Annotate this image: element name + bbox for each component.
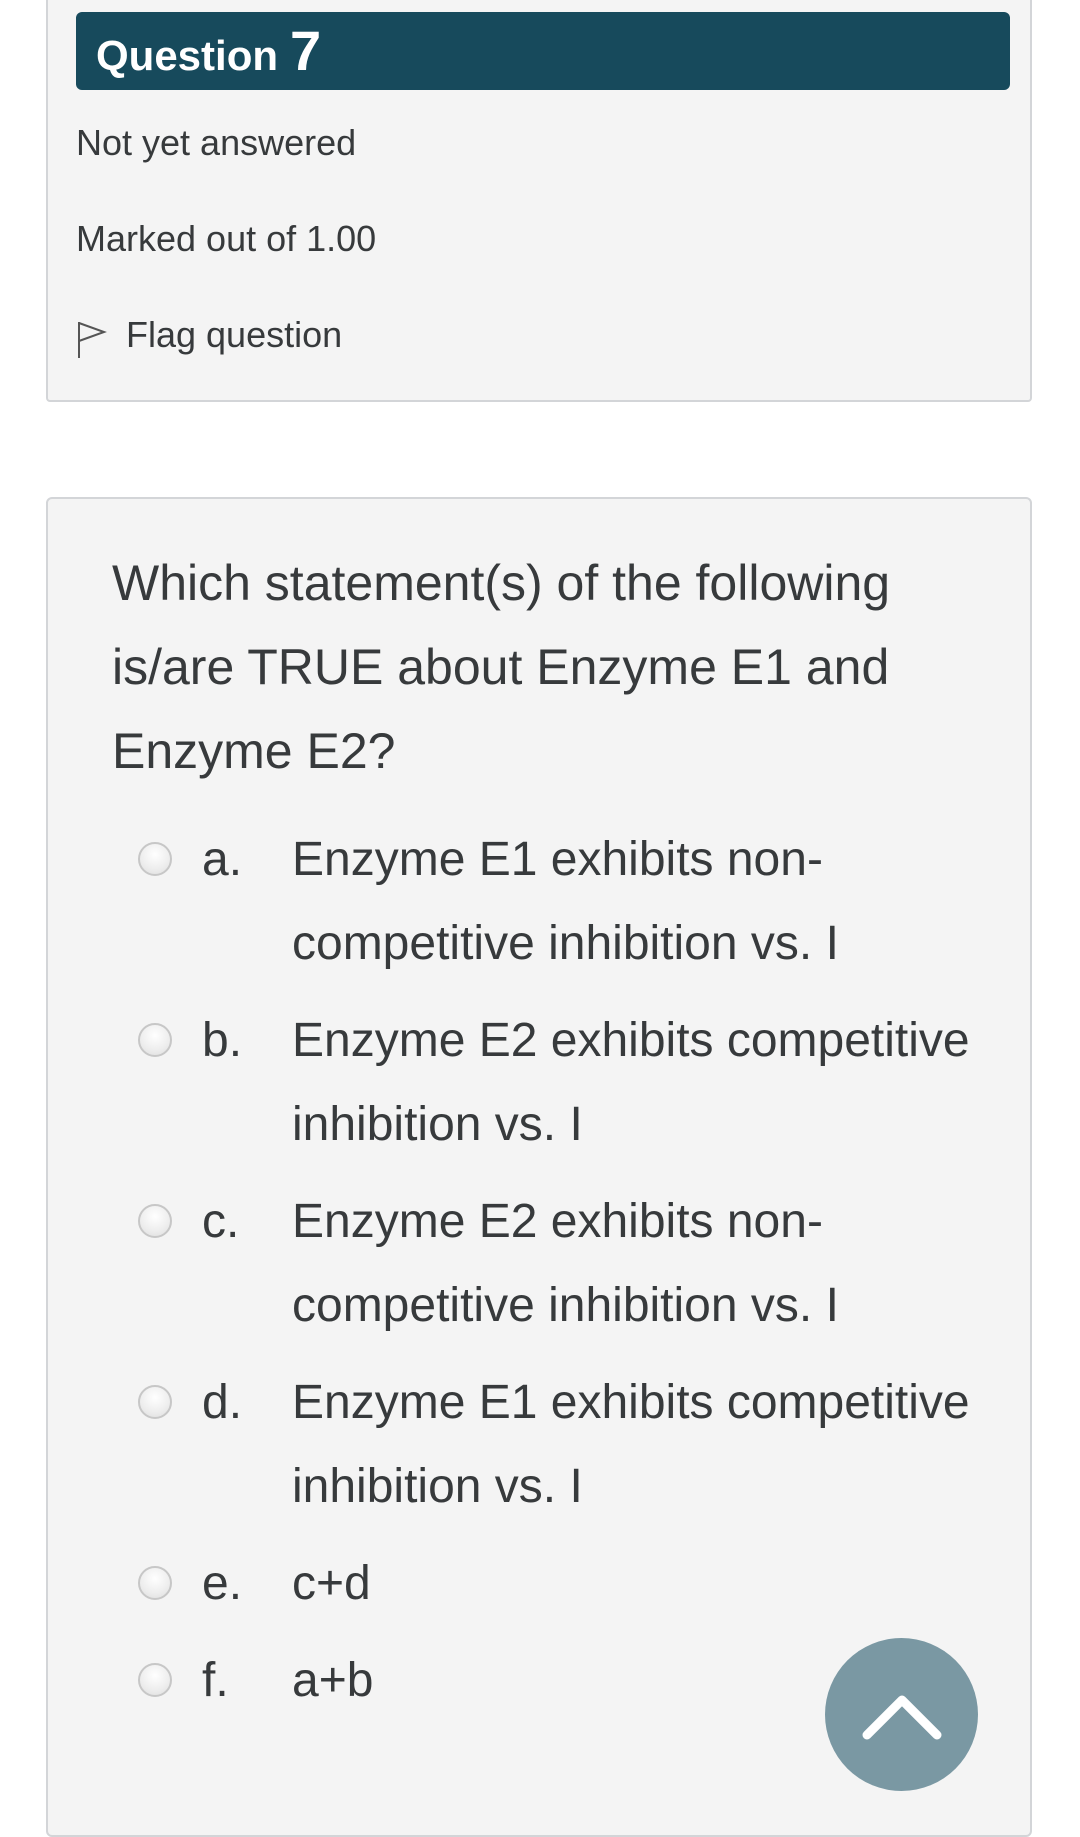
question-header: Question 7 (76, 12, 1010, 90)
answer-letter: b. (202, 1014, 243, 1067)
flag-outline-icon (78, 322, 107, 358)
chevron-up-icon (862, 1695, 941, 1739)
radio-button[interactable] (138, 1023, 172, 1057)
radio-button[interactable] (138, 1385, 172, 1419)
answer-letter: c. (202, 1195, 240, 1248)
answer-letter: f. (202, 1654, 229, 1707)
answer-letter: e. (202, 1557, 243, 1610)
flag-question-link[interactable]: Flag question (76, 310, 342, 360)
question-number: 7 (290, 19, 322, 82)
answer-text: Enzyme E2 exhibits non-competitive inhib… (292, 1195, 839, 1332)
radio-button[interactable] (138, 1566, 172, 1600)
question-label: Question (96, 32, 279, 79)
answer-letter: a. (202, 833, 243, 886)
question-text: Which statement(s) of the following is/a… (112, 555, 891, 779)
radio-button[interactable] (138, 842, 172, 876)
question-grade: Marked out of 1.00 (76, 218, 377, 259)
question-state: Not yet answered (76, 122, 357, 163)
question-content-panel: Which statement(s) of the following is/a… (46, 497, 1032, 1837)
back-to-top-button[interactable] (825, 1638, 978, 1791)
flag-question-label: Flag question (126, 314, 343, 355)
answer-text: c+d (292, 1557, 371, 1610)
answer-text: Enzyme E2 exhibits competitive inhibitio… (292, 1014, 970, 1151)
answer-text: Enzyme E1 exhibits non-competitive inhib… (292, 833, 839, 970)
radio-button[interactable] (138, 1663, 172, 1697)
question-info-panel: Question 7 Not yet answered Marked out o… (46, 0, 1032, 402)
answer-letter: d. (202, 1376, 243, 1429)
radio-button[interactable] (138, 1204, 172, 1238)
answer-text: Enzyme E1 exhibits competitive inhibitio… (292, 1376, 970, 1513)
